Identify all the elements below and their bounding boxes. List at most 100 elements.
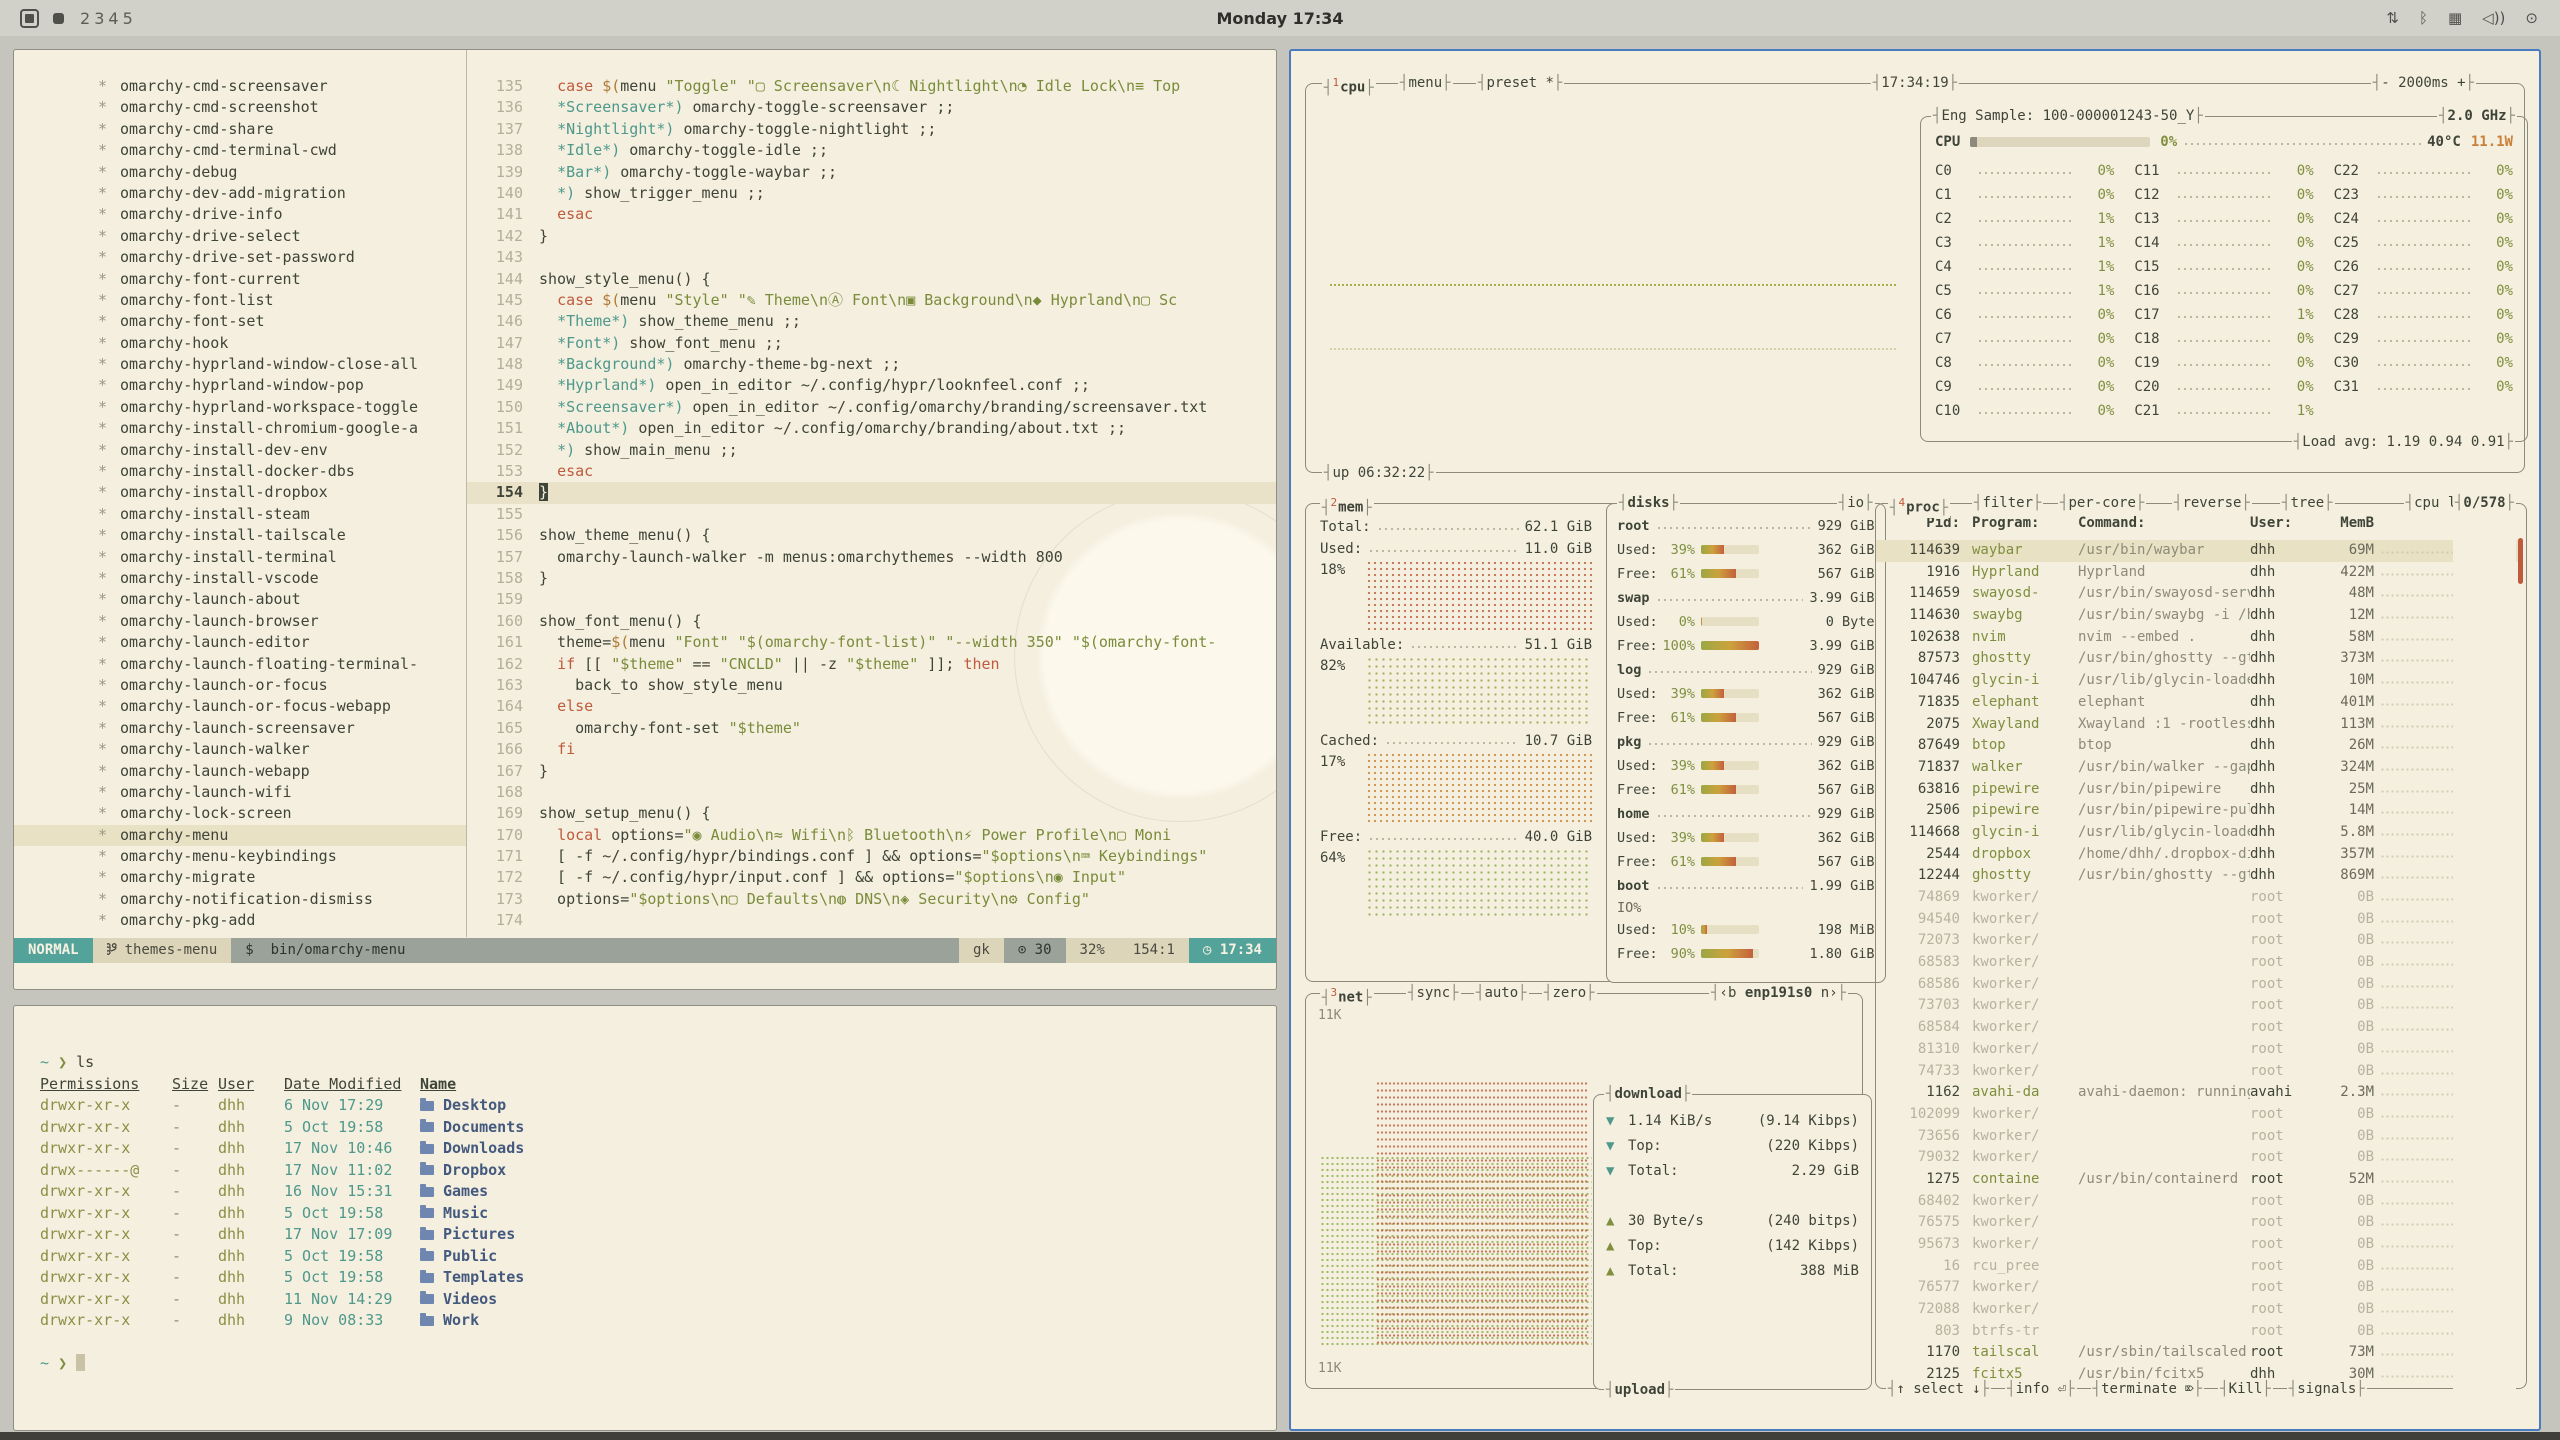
- proc-footer-key[interactable]: ↑ select ↓: [1886, 1379, 1991, 1399]
- proc-row[interactable]: 68402kworker/root0B0.0: [1876, 1191, 2518, 1213]
- file-item[interactable]: *omarchy-dev-add-migration: [14, 183, 466, 204]
- file-item[interactable]: *omarchy-menu-keybindings: [14, 846, 466, 867]
- proc-row[interactable]: 95673kworker/root0B0.0: [1876, 1234, 2518, 1256]
- proc-row[interactable]: 16rcu_preeroot0B0.0: [1876, 1256, 2518, 1278]
- code-line[interactable]: 160show_font_menu() {: [467, 611, 1276, 632]
- proc-row[interactable]: 74869kworker/root0B0.0: [1876, 887, 2518, 909]
- proc-row[interactable]: 72088kworker/root0B0.0: [1876, 1299, 2518, 1321]
- file-item[interactable]: *omarchy-install-steam: [14, 504, 466, 525]
- code-line[interactable]: 174: [467, 910, 1276, 931]
- file-item[interactable]: *omarchy-install-tailscale: [14, 525, 466, 546]
- proc-row[interactable]: 2075XwaylandXwayland :1 -rootless -dhh11…: [1876, 714, 2518, 736]
- proc-tree-toggle[interactable]: tree: [2280, 493, 2335, 513]
- mem-box-label[interactable]: 2mem: [1320, 493, 1374, 518]
- proc-filter-button[interactable]: filter: [1972, 493, 2043, 513]
- file-item[interactable]: *omarchy-install-dev-env: [14, 440, 466, 461]
- file-item[interactable]: *omarchy-drive-info: [14, 204, 466, 225]
- proc-row[interactable]: 87649btopbtopdhh26M0.0: [1876, 735, 2518, 757]
- proc-row[interactable]: 81310kworker/root0B0.0: [1876, 1039, 2518, 1061]
- ms-plus[interactable]: +: [2457, 75, 2465, 91]
- file-item[interactable]: *omarchy-launch-about: [14, 589, 466, 610]
- proc-footer-key[interactable]: info ⏎: [2005, 1379, 2076, 1399]
- net-sync-toggle[interactable]: sync: [1406, 983, 1461, 1003]
- file-item[interactable]: *omarchy-install-docker-dbs: [14, 461, 466, 482]
- col-program[interactable]: Program:: [1972, 510, 2078, 536]
- code-line[interactable]: 155: [467, 504, 1276, 525]
- code-line[interactable]: 168: [467, 782, 1276, 803]
- file-item[interactable]: *omarchy-migrate: [14, 867, 466, 888]
- file-item[interactable]: *omarchy-font-list: [14, 290, 466, 311]
- file-item[interactable]: *omarchy-launch-browser: [14, 611, 466, 632]
- workspace-number[interactable]: 5: [123, 9, 133, 28]
- file-item[interactable]: *omarchy-cmd-screensaver: [14, 76, 466, 97]
- code-line[interactable]: 140 *) show_trigger_menu ;;: [467, 183, 1276, 204]
- code-line[interactable]: 167}: [467, 761, 1276, 782]
- code-line[interactable]: 169show_setup_menu() {: [467, 803, 1276, 824]
- file-item[interactable]: *omarchy-drive-select: [14, 226, 466, 247]
- file-item[interactable]: *omarchy-launch-floating-terminal-: [14, 654, 466, 675]
- file-item[interactable]: *omarchy-hook: [14, 333, 466, 354]
- proc-row[interactable]: 76577kworker/root0B0.0: [1876, 1277, 2518, 1299]
- file-item[interactable]: *omarchy-launch-editor: [14, 632, 466, 653]
- proc-row[interactable]: 114639waybar/usr/bin/waybardhh69M0.0: [1876, 540, 2518, 562]
- code-line[interactable]: 161 theme=$(menu "Font" "$(omarchy-font-…: [467, 632, 1276, 653]
- code-line[interactable]: 138 *Idle*) omarchy-toggle-idle ;;: [467, 140, 1276, 161]
- proc-box-label[interactable]: 4proc: [1888, 493, 1950, 518]
- proc-row[interactable]: 102638nvimnvim --embed .dhh58M0.0: [1876, 627, 2518, 649]
- code-line[interactable]: 170 local options="◉ Audio\n≈ Wifi\nᛒ Bl…: [467, 825, 1276, 846]
- proc-row[interactable]: 1275containe/usr/bin/containerdroot52M0.…: [1876, 1169, 2518, 1191]
- code-line[interactable]: 135 case $(menu "Toggle" "▢ Screensaver\…: [467, 76, 1276, 97]
- code-line[interactable]: 162 if [[ "$theme" == "CNCLD" || -z "$th…: [467, 654, 1276, 675]
- terminal-prompt-line[interactable]: ~ ❯: [40, 1353, 1276, 1375]
- file-item[interactable]: *omarchy-drive-set-password: [14, 247, 466, 268]
- proc-row[interactable]: 2506pipewire/usr/bin/pipewire-pulsedhh14…: [1876, 800, 2518, 822]
- col-memb[interactable]: MemB: [2316, 510, 2374, 536]
- proc-footer-key[interactable]: terminate ⌦: [2091, 1379, 2205, 1399]
- code-line[interactable]: 171 [ -f ~/.config/hypr/bindings.conf ] …: [467, 846, 1276, 867]
- workspace-window-dot[interactable]: [53, 13, 64, 24]
- proc-row[interactable]: 73703kworker/root0B0.0: [1876, 995, 2518, 1017]
- net-interface-switcher[interactable]: ‹b enp191s0 n›: [1709, 983, 1848, 1003]
- code-line[interactable]: 158}: [467, 568, 1276, 589]
- code-line[interactable]: 173 options="$options\n▢ Defaults\n◍ DNS…: [467, 889, 1276, 910]
- file-item[interactable]: *omarchy-notification-dismiss: [14, 889, 466, 910]
- net-zero-toggle[interactable]: zero: [1542, 983, 1597, 1003]
- proc-row[interactable]: 803btrfs-trroot0B0.0: [1876, 1321, 2518, 1343]
- file-item[interactable]: *omarchy-install-chromium-google-a: [14, 418, 466, 439]
- cpu-box-label[interactable]: 1cpu: [1322, 73, 1376, 98]
- code-line[interactable]: 164 else: [467, 696, 1276, 717]
- file-item[interactable]: *omarchy-hyprland-window-pop: [14, 375, 466, 396]
- file-item[interactable]: *omarchy-cmd-share: [14, 119, 466, 140]
- volume-icon[interactable]: ◁)): [2482, 9, 2505, 27]
- workspace-number[interactable]: 4: [108, 9, 118, 28]
- file-item[interactable]: *omarchy-pkg-add: [14, 910, 466, 931]
- proc-row[interactable]: 72073kworker/root0B0.0: [1876, 930, 2518, 952]
- code-line[interactable]: 147 *Font*) show_font_menu ;;: [467, 333, 1276, 354]
- microphone-icon[interactable]: ⊙: [2525, 9, 2538, 27]
- file-item[interactable]: *omarchy-launch-webapp: [14, 761, 466, 782]
- file-item[interactable]: *omarchy-font-set: [14, 311, 466, 332]
- code-line[interactable]: 149 *Hyprland*) open_in_editor ~/.config…: [467, 375, 1276, 396]
- ms-minus[interactable]: -: [2381, 75, 2389, 91]
- proc-row[interactable]: 71835elephantelephantdhh401M0.0: [1876, 692, 2518, 714]
- file-item[interactable]: *omarchy-font-current: [14, 269, 466, 290]
- proc-row[interactable]: 76575kworker/root0B0.0: [1876, 1212, 2518, 1234]
- code-line[interactable]: 142}: [467, 226, 1276, 247]
- preset-button[interactable]: preset *: [1476, 73, 1564, 93]
- code-line[interactable]: 150 *Screensaver*) open_in_editor ~/.con…: [467, 397, 1276, 418]
- code-line[interactable]: 145 case $(menu "Style" "✎ Theme\nⒶ Font…: [467, 290, 1276, 311]
- code-line[interactable]: 152 *) show_main_menu ;;: [467, 440, 1276, 461]
- file-item[interactable]: *omarchy-menu: [14, 825, 466, 846]
- proc-percore-toggle[interactable]: per-core: [2058, 493, 2146, 513]
- file-item[interactable]: *omarchy-lock-screen: [14, 803, 466, 824]
- proc-row[interactable]: 2544dropbox/home/dhh/.dropbox-distdhh357…: [1876, 844, 2518, 866]
- code-line[interactable]: 146 *Theme*) show_theme_menu ;;: [467, 311, 1276, 332]
- io-toggle[interactable]: io: [1837, 493, 1875, 513]
- proc-row[interactable]: 68584kworker/root0B0.0: [1876, 1017, 2518, 1039]
- network-traffic-icon[interactable]: ⇅: [2386, 9, 2399, 27]
- net-auto-toggle[interactable]: auto: [1474, 983, 1529, 1003]
- proc-row[interactable]: 74733kworker/root0B0.0: [1876, 1061, 2518, 1083]
- file-item[interactable]: *omarchy-launch-or-focus: [14, 675, 466, 696]
- file-item[interactable]: *omarchy-launch-screensaver: [14, 718, 466, 739]
- code-line[interactable]: 172 [ -f ~/.config/hypr/input.conf ] && …: [467, 867, 1276, 888]
